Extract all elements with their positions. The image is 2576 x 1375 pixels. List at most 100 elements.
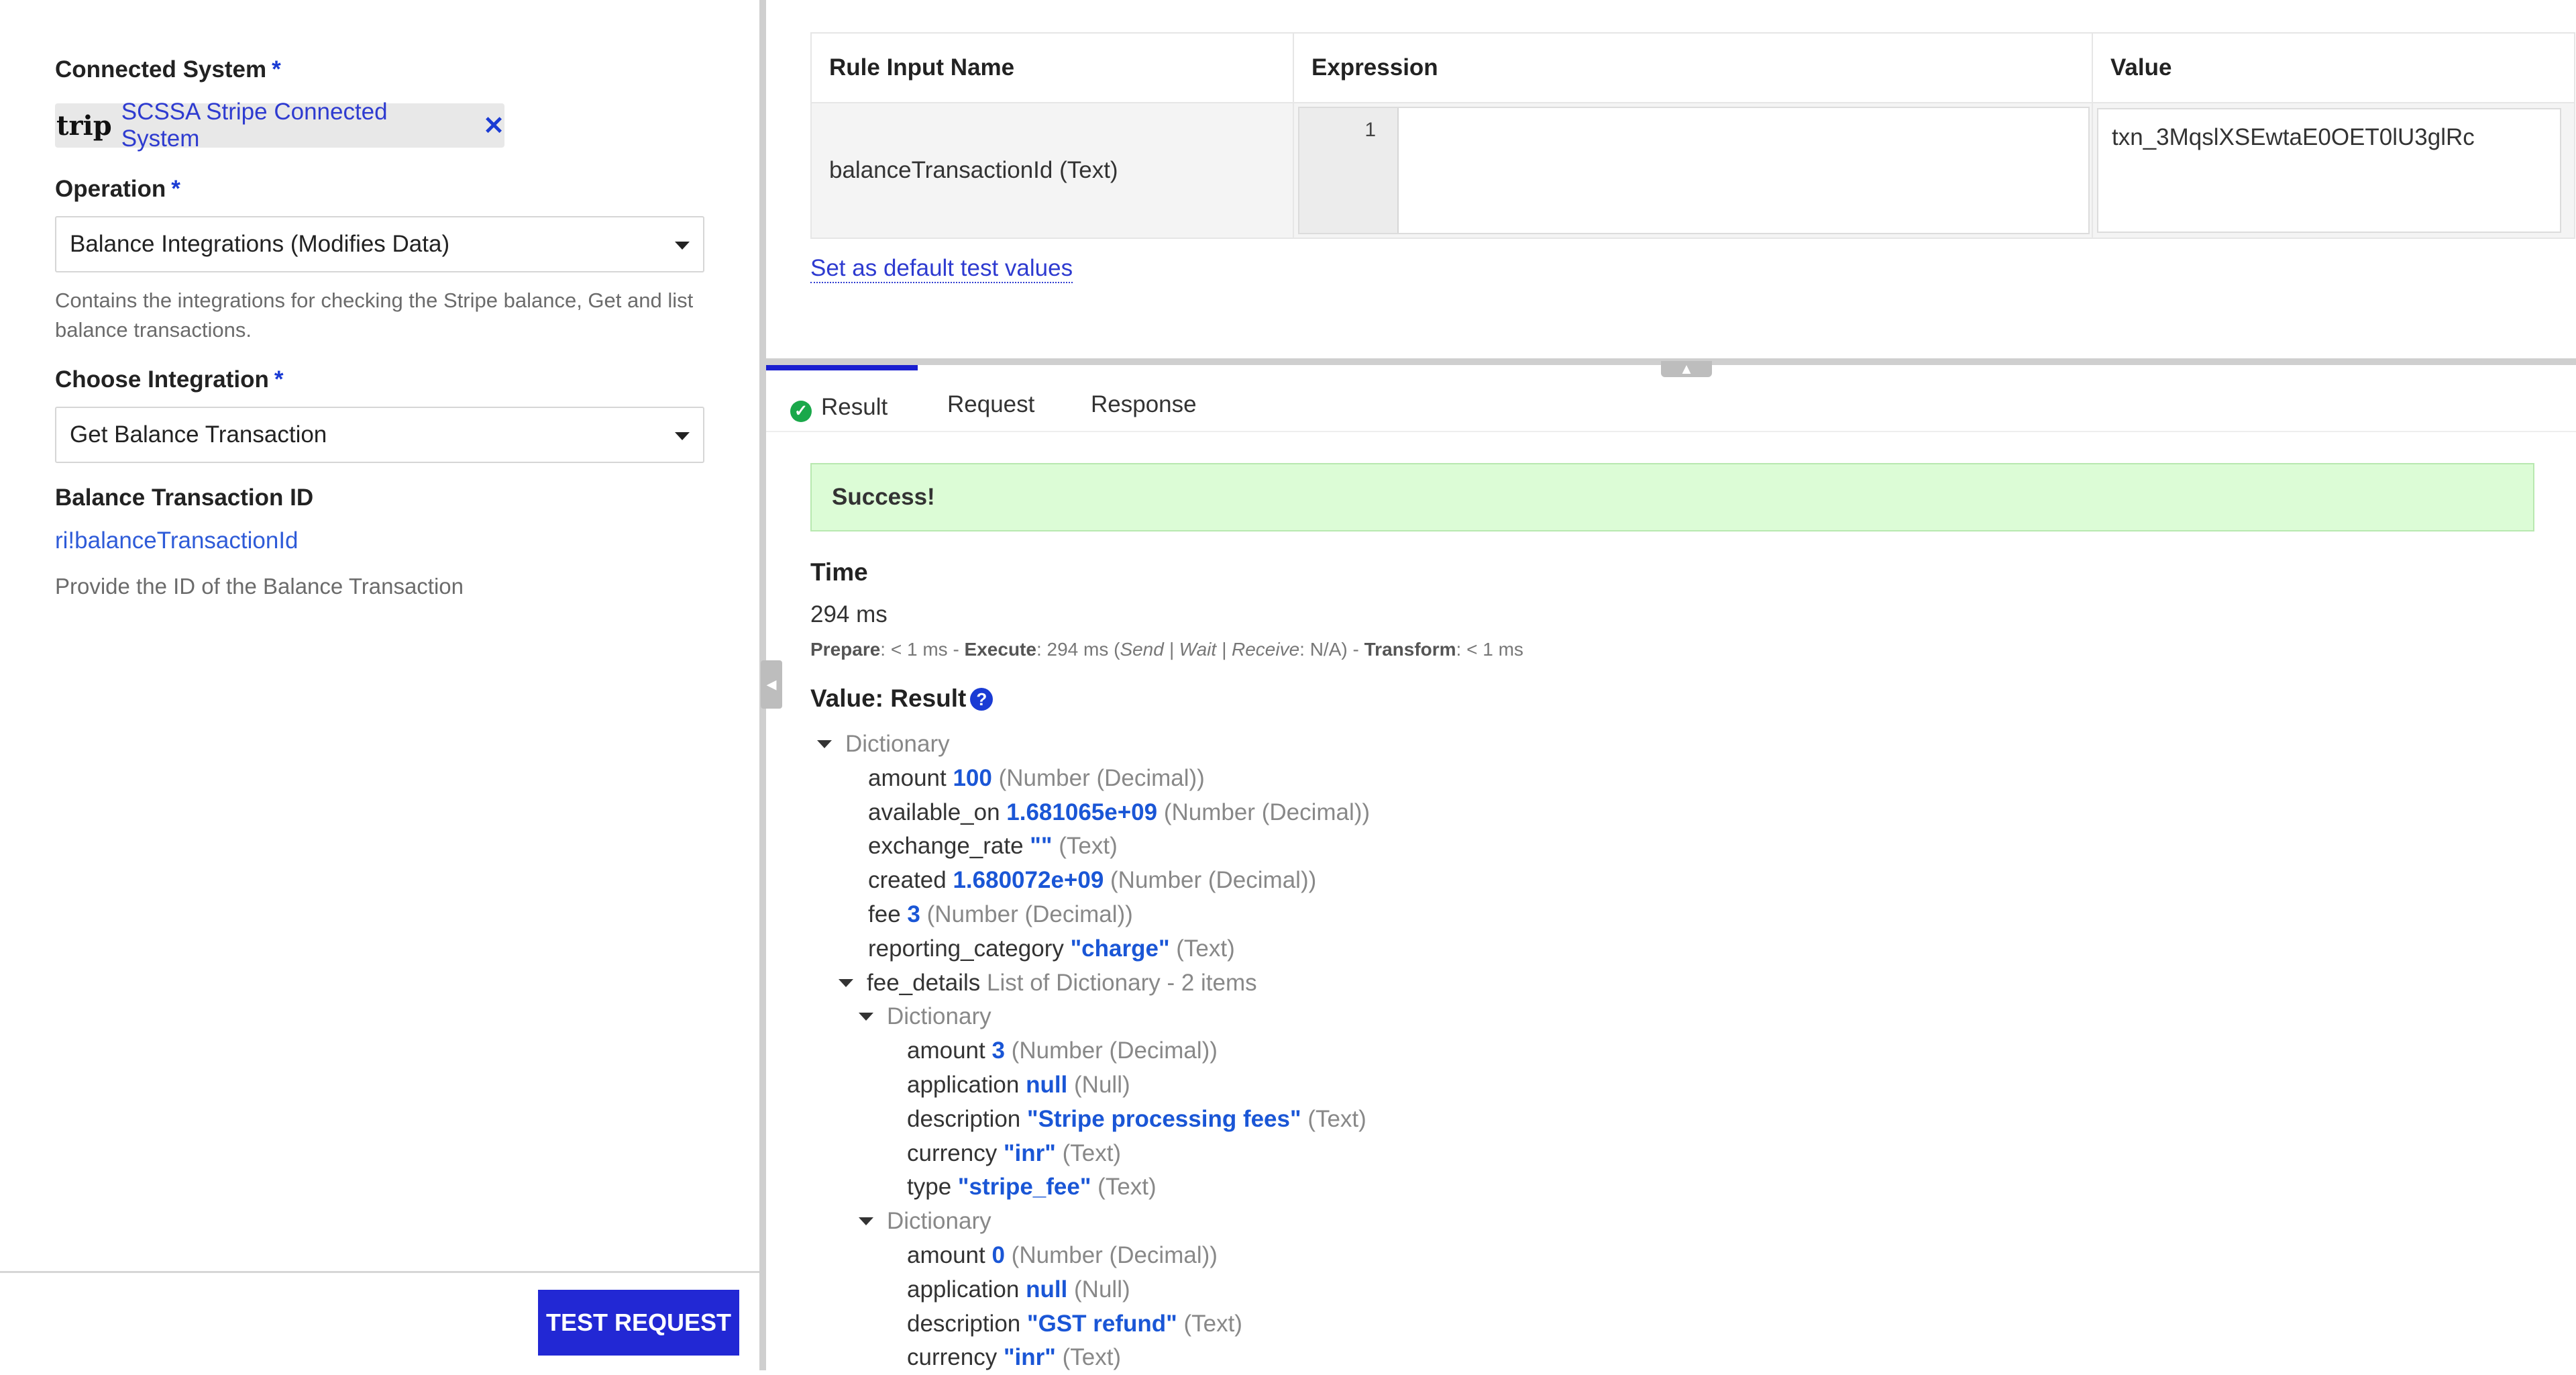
tree-type: (Number (Decimal)) [926,901,1133,927]
header-rule-input-name: Rule Input Name [810,32,1294,103]
tree-value: "charge" [1070,935,1177,962]
tree-type: (Number (Decimal)) [1163,799,1371,825]
rule-input-name-cell: balanceTransactionId (Text) [810,102,1294,239]
tree-value: 0 [991,1241,1012,1268]
test-panel: Rule Input Name Expression Value balance… [766,0,2576,1370]
check-circle-icon: ✓ [790,401,812,422]
tree-row: reporting_category "charge" (Text) [817,932,1370,966]
tree-value: "inr" [1003,1139,1063,1166]
remove-icon[interactable]: ✕ [483,111,504,141]
tree-key: application [907,1071,1026,1098]
tree-type: (Number (Decimal)) [1011,1037,1218,1064]
operation-dropdown[interactable]: Balance Integrations (Modifies Data) [55,216,704,272]
tree-row[interactable]: Dictionary [817,727,1370,762]
line-number: 1 [1299,108,1399,233]
tree-key: description [907,1310,1027,1337]
tree-row: fee 3 (Number (Decimal)) [817,898,1370,932]
rule-inputs-table: Rule Input Name Expression Value balance… [810,32,2575,239]
operation-help-text: Contains the integrations for checking t… [55,289,694,342]
tree-type: (Number (Decimal)) [1110,867,1317,894]
tree-row: description "Stripe processing fees" (Te… [817,1103,1370,1137]
expand-toggle-icon[interactable] [817,740,832,748]
help-icon[interactable]: ? [970,688,994,711]
tree-key: description [907,1105,1027,1132]
tree-type: (Null) [1074,1276,1130,1303]
tree-row: currency "inr" (Text) [817,1341,1370,1375]
tree-type: List of Dictionary - 2 items [987,969,1257,996]
tree-row: amount 0 (Number (Decimal)) [817,1239,1370,1273]
value-result-heading: Value: Result? [810,684,994,713]
expand-toggle-icon[interactable] [859,1217,873,1226]
tree-key: currency [907,1344,1004,1371]
tree-type: (Number (Decimal)) [1011,1241,1218,1268]
tree-row[interactable]: fee_details List of Dictionary - 2 items [817,966,1370,1001]
result-tree: Dictionary amount 100 (Number (Decimal)) a… [817,727,1370,1375]
choose-integration-label: Choose Integration * [55,366,284,393]
result-tabs: ✓ Result Request Response [766,365,2576,432]
tree-key: available_on [868,799,1007,825]
time-heading: Time [810,558,868,586]
tree-key: fee [868,901,908,927]
tree-row: amount 100 (Number (Decimal)) [817,762,1370,796]
connected-system-label: Connected System * [55,56,281,83]
balance-transaction-id-value[interactable]: ri!balanceTransactionId [55,527,299,554]
tree-key: amount [907,1241,992,1268]
tree-value: 3 [991,1037,1012,1064]
tree-type: (Null) [1074,1071,1130,1098]
test-request-button[interactable]: TEST REQUEST [538,1290,739,1356]
tree-row: available_on 1.681065e+09 (Number (Decim… [817,796,1370,830]
tree-type: (Text) [1062,1139,1122,1166]
tree-value: 3 [907,901,927,927]
value-input[interactable]: txn_3MqslXSEwtaE0OET0lU3glRc [2097,108,2561,233]
timing-detail: Prepare: < 1 ms - Execute: 294 ms (Send … [810,639,1523,660]
tree-value: 1.681065e+09 [1006,799,1164,825]
connected-system-link[interactable]: SCSSA Stripe Connected System [121,99,471,152]
tree-row: amount 3 (Number (Decimal)) [817,1034,1370,1068]
integration-config-panel: Connected System * trip SCSSA Stripe Conn… [0,0,759,1370]
expression-editor[interactable]: 1 [1298,107,2090,234]
tree-key: reporting_category [868,935,1071,962]
tree-value: "GST refund" [1026,1310,1184,1337]
tree-row[interactable]: Dictionary [817,1205,1370,1239]
integration-dropdown[interactable]: Get Balance Transaction [55,407,704,463]
chevron-down-icon [675,242,690,250]
expand-toggle-icon[interactable] [859,1013,873,1021]
chevron-down-icon [675,432,690,440]
tree-row: type "stripe_fee" (Text) [817,1170,1370,1205]
header-expression: Expression [1293,32,2093,103]
tree-type: (Text) [1097,1174,1157,1201]
set-default-test-values-link[interactable]: Set as default test values [810,255,1073,283]
tree-value: 100 [953,764,999,791]
tree-value: "" [1030,833,1059,860]
tree-type: (Text) [1307,1105,1366,1132]
tree-key: type [907,1174,958,1201]
tree-value: null [1026,1276,1075,1303]
tab-response[interactable]: Response [1091,365,1197,431]
balance-transaction-id-label: Balance Transaction ID [55,485,314,511]
tree-key: currency [907,1139,1004,1166]
tab-request[interactable]: Request [947,365,1034,431]
stripe-logo-icon: trip [56,109,112,142]
connected-system-chip[interactable]: trip SCSSA Stripe Connected System ✕ [55,99,504,152]
tree-type: Dictionary [887,1208,991,1235]
tree-key: exchange_rate [868,833,1030,860]
expand-toggle-icon[interactable] [839,978,853,987]
tree-row: application null (Null) [817,1068,1370,1103]
tree-value: 1.680072e+09 [953,867,1111,894]
tab-result[interactable]: ✓ Result [766,365,918,425]
table-row: balanceTransactionId (Text) 1 txn_3MqslX… [810,102,2575,239]
horizontal-splitter[interactable]: ▲ [766,358,2576,377]
balance-transaction-id-help: Provide the ID of the Balance Transactio… [55,574,464,599]
tree-value: "Stripe processing fees" [1026,1105,1308,1132]
tree-type: Dictionary [845,731,950,757]
tree-row: currency "inr" (Text) [817,1137,1370,1171]
tree-type: Dictionary [887,1003,991,1030]
tree-type: (Text) [1062,1344,1122,1371]
success-banner: Success! [810,463,2534,531]
tree-value: "stripe_fee" [957,1174,1098,1201]
tree-row: created 1.680072e+09 (Number (Decimal)) [817,864,1370,898]
tree-key: fee_details [867,969,987,996]
time-value: 294 ms [810,601,888,627]
tree-row[interactable]: Dictionary [817,1000,1370,1034]
tree-value: "inr" [1003,1344,1063,1371]
